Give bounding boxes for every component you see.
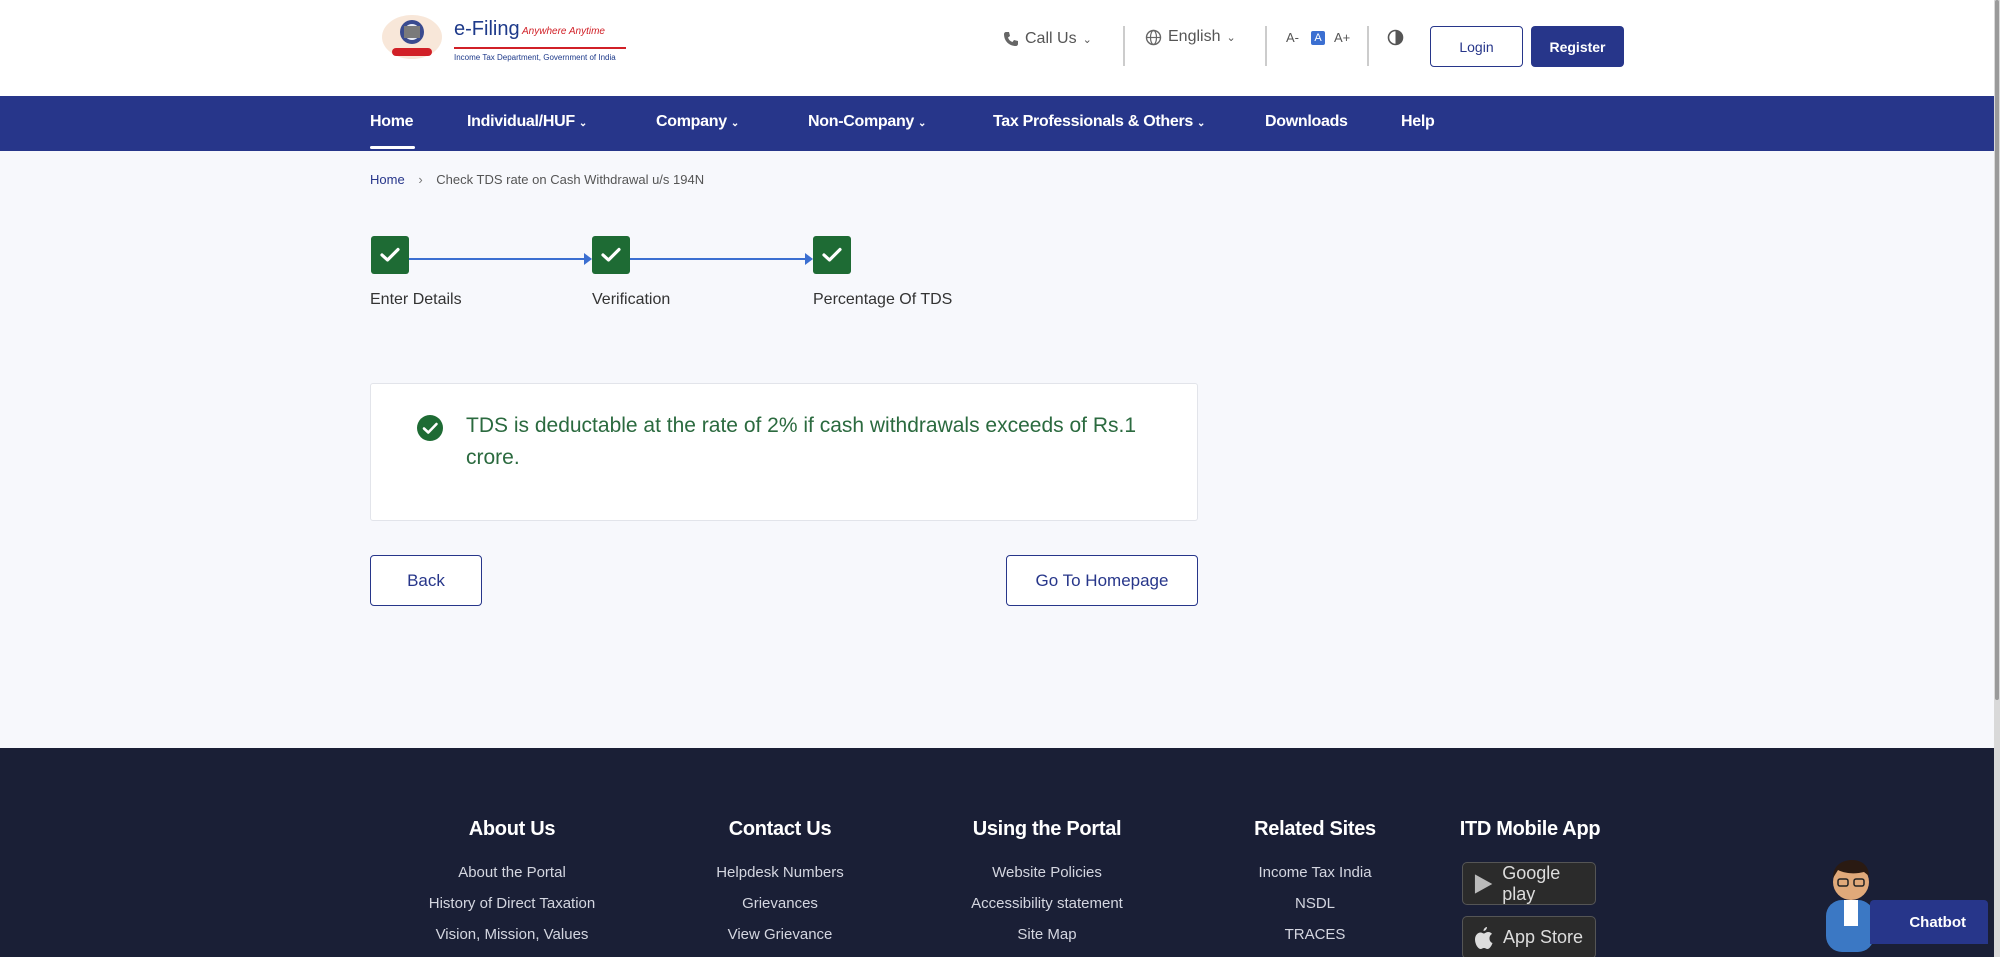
step-connector xyxy=(409,258,586,260)
footer-link[interactable]: Helpdesk Numbers xyxy=(680,857,880,888)
apple-icon xyxy=(1475,926,1493,949)
footer-col-contact: Contact Us Helpdesk Numbers Grievances V… xyxy=(680,818,880,950)
breadcrumb-home-link[interactable]: Home xyxy=(370,172,405,187)
footer-col-using-portal: Using the Portal Website Policies Access… xyxy=(947,818,1147,950)
google-play-icon xyxy=(1474,873,1493,894)
result-card: TDS is deductable at the rate of 2% if c… xyxy=(370,383,1198,521)
google-play-label: Google play xyxy=(1502,862,1561,904)
footer-link[interactable]: Grievances xyxy=(680,888,880,919)
font-decrease-button[interactable]: A- xyxy=(1286,30,1299,45)
google-play-badge[interactable]: Google play xyxy=(1462,862,1596,905)
step-complete-icon xyxy=(813,236,851,274)
font-increase-button[interactable]: A+ xyxy=(1334,30,1350,45)
nav-label: Individual/HUF xyxy=(467,113,575,130)
register-button[interactable]: Register xyxy=(1531,26,1624,67)
login-button[interactable]: Login xyxy=(1430,26,1523,67)
logo-tagline: Anywhere Anytime xyxy=(522,26,605,37)
step-complete-icon xyxy=(592,236,630,274)
header-divider xyxy=(1123,26,1125,66)
call-us-label: Call Us xyxy=(1025,30,1077,47)
checkmark-icon xyxy=(601,247,621,262)
success-check-icon xyxy=(417,415,443,441)
footer-link[interactable]: Accessibility statement xyxy=(947,888,1147,919)
step-complete-icon xyxy=(371,236,409,274)
nav-item-home[interactable]: Home xyxy=(370,113,414,131)
chatbot-button[interactable]: Chatbot xyxy=(1870,900,1988,944)
footer-heading: Using the Portal xyxy=(972,818,1122,840)
font-normal-button[interactable]: A xyxy=(1311,31,1325,45)
step-label-verification: Verification xyxy=(592,291,671,308)
scrollbar-thumb[interactable] xyxy=(1995,0,1999,700)
nav-label: Company xyxy=(656,113,727,130)
globe-icon xyxy=(1145,29,1162,45)
footer-link[interactable]: About the Portal xyxy=(400,857,624,888)
footer-col-mobile-app: ITD Mobile App xyxy=(1452,818,1608,857)
nav-item-non-company[interactable]: Non-Company ⌄ xyxy=(808,113,926,131)
nav-label: Tax Professionals & Others xyxy=(993,113,1193,130)
header-divider xyxy=(1367,26,1369,66)
footer-link[interactable]: TRACES xyxy=(1215,919,1415,950)
footer-link[interactable]: Income Tax India xyxy=(1215,857,1415,888)
nav-item-tax-professionals[interactable]: Tax Professionals & Others ⌄ xyxy=(993,113,1205,131)
step-label-percentage: Percentage Of TDS xyxy=(813,291,953,308)
nav-item-help[interactable]: Help xyxy=(1401,113,1435,131)
footer-col-related-sites: Related Sites Income Tax India NSDL TRAC… xyxy=(1215,818,1415,950)
breadcrumb-current: Check TDS rate on Cash Withdrawal u/s 19… xyxy=(436,172,705,187)
nav-item-company[interactable]: Company ⌄ xyxy=(656,113,739,131)
chevron-down-icon: ⌄ xyxy=(918,118,927,129)
checkmark-icon xyxy=(822,247,842,262)
back-button[interactable]: Back xyxy=(370,555,482,606)
language-label: English xyxy=(1168,28,1221,45)
top-header: e-Filing Anywhere Anytime Income Tax Dep… xyxy=(0,0,1994,96)
app-store-badge[interactable]: App Store xyxy=(1462,916,1596,957)
footer-heading: Contact Us xyxy=(728,818,832,840)
header-divider xyxy=(1265,26,1267,66)
logo-divider xyxy=(454,47,626,49)
footer-heading: Related Sites xyxy=(1254,818,1376,840)
chevron-down-icon: ⌄ xyxy=(1226,31,1236,44)
footer-link[interactable]: Vision, Mission, Values xyxy=(400,919,624,950)
step-label-enter-details: Enter Details xyxy=(370,291,462,308)
call-us-dropdown[interactable]: Call Us ⌄ xyxy=(1003,30,1092,48)
efiling-logo[interactable]: e-Filing Anywhere Anytime Income Tax Dep… xyxy=(378,10,628,64)
chevron-down-icon: ⌄ xyxy=(730,118,739,129)
chevron-down-icon: ⌄ xyxy=(578,118,587,129)
main-navigation: Home Individual/HUF ⌄ Company ⌄ Non-Compan… xyxy=(0,96,1994,151)
footer-heading: About Us xyxy=(468,818,556,840)
go-to-homepage-button[interactable]: Go To Homepage xyxy=(1006,555,1198,606)
chevron-down-icon: ⌄ xyxy=(1082,33,1092,46)
logo-subtitle: Income Tax Department, Government of Ind… xyxy=(454,53,616,62)
nav-item-individual-huf[interactable]: Individual/HUF ⌄ xyxy=(467,113,587,131)
phone-icon xyxy=(1004,32,1018,46)
chevron-down-icon: ⌄ xyxy=(1196,118,1206,129)
footer-link[interactable]: View Grievance xyxy=(680,919,880,950)
step-arrow-icon xyxy=(584,253,592,265)
emblem-icon xyxy=(382,15,442,59)
checkmark-icon xyxy=(380,247,400,262)
nav-item-downloads[interactable]: Downloads xyxy=(1265,113,1348,131)
footer-link[interactable]: Website Policies xyxy=(947,857,1147,888)
site-footer: About Us About the Portal History of Dir… xyxy=(0,748,1994,957)
active-nav-indicator xyxy=(370,146,415,149)
footer-col-about: About Us About the Portal History of Dir… xyxy=(400,818,624,950)
app-store-label: App Store xyxy=(1503,927,1584,947)
step-connector xyxy=(630,258,807,260)
nav-label: Non-Company xyxy=(808,113,915,130)
footer-link[interactable]: NSDL xyxy=(1215,888,1415,919)
breadcrumb-separator-icon: › xyxy=(418,172,423,187)
result-message: TDS is deductable at the rate of 2% if c… xyxy=(466,414,1137,469)
chatbot-label: Chatbot xyxy=(1909,913,1966,931)
logo-title: e-Filing xyxy=(454,18,520,40)
breadcrumb: Home › Check TDS rate on Cash Withdrawal… xyxy=(370,172,704,187)
footer-link[interactable]: Site Map xyxy=(947,919,1147,950)
step-arrow-icon xyxy=(805,253,813,265)
language-dropdown[interactable]: English ⌄ xyxy=(1145,28,1236,46)
contrast-icon[interactable] xyxy=(1387,29,1404,46)
footer-link[interactable]: History of Direct Taxation xyxy=(400,888,624,919)
footer-heading: ITD Mobile App xyxy=(1459,818,1601,840)
